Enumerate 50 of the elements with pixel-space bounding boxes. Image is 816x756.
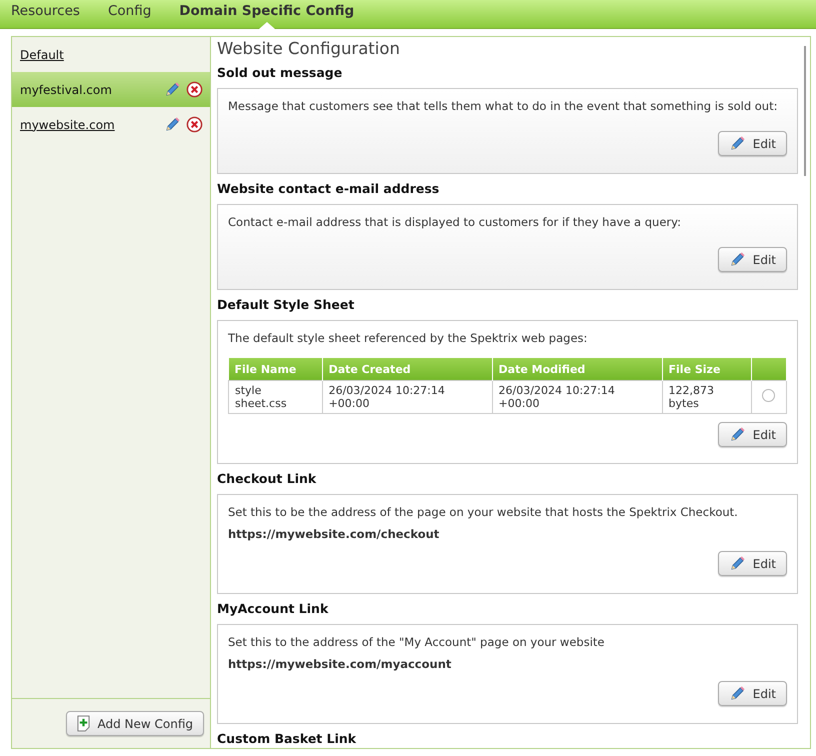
table-cell: 26/03/2024 10:27:14 +00:00 — [322, 380, 492, 414]
table-cell: 26/03/2024 10:27:14 +00:00 — [492, 380, 662, 414]
column-header: File Size — [662, 358, 752, 380]
sidebar-item-row[interactable]: mywebsite.com — [12, 107, 210, 142]
section-heading: MyAccount Link — [217, 601, 330, 616]
column-header: Date Modified — [492, 358, 662, 380]
radio-button[interactable] — [762, 389, 776, 402]
add-document-icon — [77, 715, 90, 732]
pencil-icon — [728, 685, 746, 702]
pencil-icon[interactable] — [164, 116, 181, 132]
edit-button[interactable]: Edit — [718, 551, 787, 576]
domain-link[interactable]: Default — [20, 48, 204, 62]
pencil-icon — [728, 135, 746, 152]
edit-button[interactable]: Edit — [718, 681, 787, 706]
pencil-icon — [728, 426, 746, 443]
column-header — [751, 358, 786, 380]
selected-sidebar-item[interactable]: myfestival.com — [12, 72, 210, 107]
edit-button[interactable]: Edit — [718, 131, 787, 156]
column-header: Date Created — [322, 358, 492, 380]
edit-button[interactable]: Edit — [718, 422, 787, 447]
delete-icon[interactable] — [186, 80, 203, 98]
pencil-icon — [728, 251, 746, 268]
domain-link[interactable]: mywebsite.com — [20, 118, 160, 132]
section-heading: Website contact e-mail address — [217, 181, 440, 196]
section-heading: Sold out message — [217, 65, 344, 80]
setting-value: https://mywebsite.com/checkout — [228, 527, 440, 541]
column-header: File Name — [228, 358, 322, 380]
nav-tab[interactable]: Resources — [2, 0, 89, 28]
setting-value: https://mywebsite.com/myaccount — [228, 657, 452, 671]
section-heading: Default Style Sheet — [217, 297, 356, 312]
pencil-icon[interactable] — [164, 80, 181, 98]
setting-description: Message that customers see that tells them what to do in the event that something is sold out: — [228, 99, 778, 113]
nav-tab[interactable]: Domain Specific Config — [170, 0, 364, 28]
section-heading: Checkout Link — [217, 471, 318, 486]
section-heading: Custom Basket Link — [217, 731, 358, 746]
setting-description: The default style sheet referenced by the Spektrix web pages: — [228, 331, 588, 345]
table-cell: 122,873 bytes — [662, 380, 752, 414]
scrollbar-thumb[interactable] — [804, 46, 806, 176]
domain-link[interactable]: myfestival.com — [20, 82, 160, 96]
pencil-icon — [728, 555, 746, 572]
edit-button[interactable]: Edit — [718, 247, 787, 272]
add-new-config-button[interactable]: Add New Config — [66, 711, 204, 736]
page-title: Website Configuration — [217, 39, 401, 58]
table-cell: style sheet.css — [228, 380, 322, 414]
setting-description: Contact e-mail address that is displayed to customers for if they have a query: — [228, 215, 682, 229]
nav-tab[interactable]: Config — [98, 0, 160, 28]
delete-icon[interactable] — [186, 116, 203, 132]
setting-description: Set this to the address of the "My Account" page on your website — [228, 635, 606, 649]
setting-description: Set this to be the address of the page on your website that hosts the Spektrix Checkout. — [228, 505, 739, 519]
sidebar-item-row[interactable]: Default — [12, 37, 210, 72]
